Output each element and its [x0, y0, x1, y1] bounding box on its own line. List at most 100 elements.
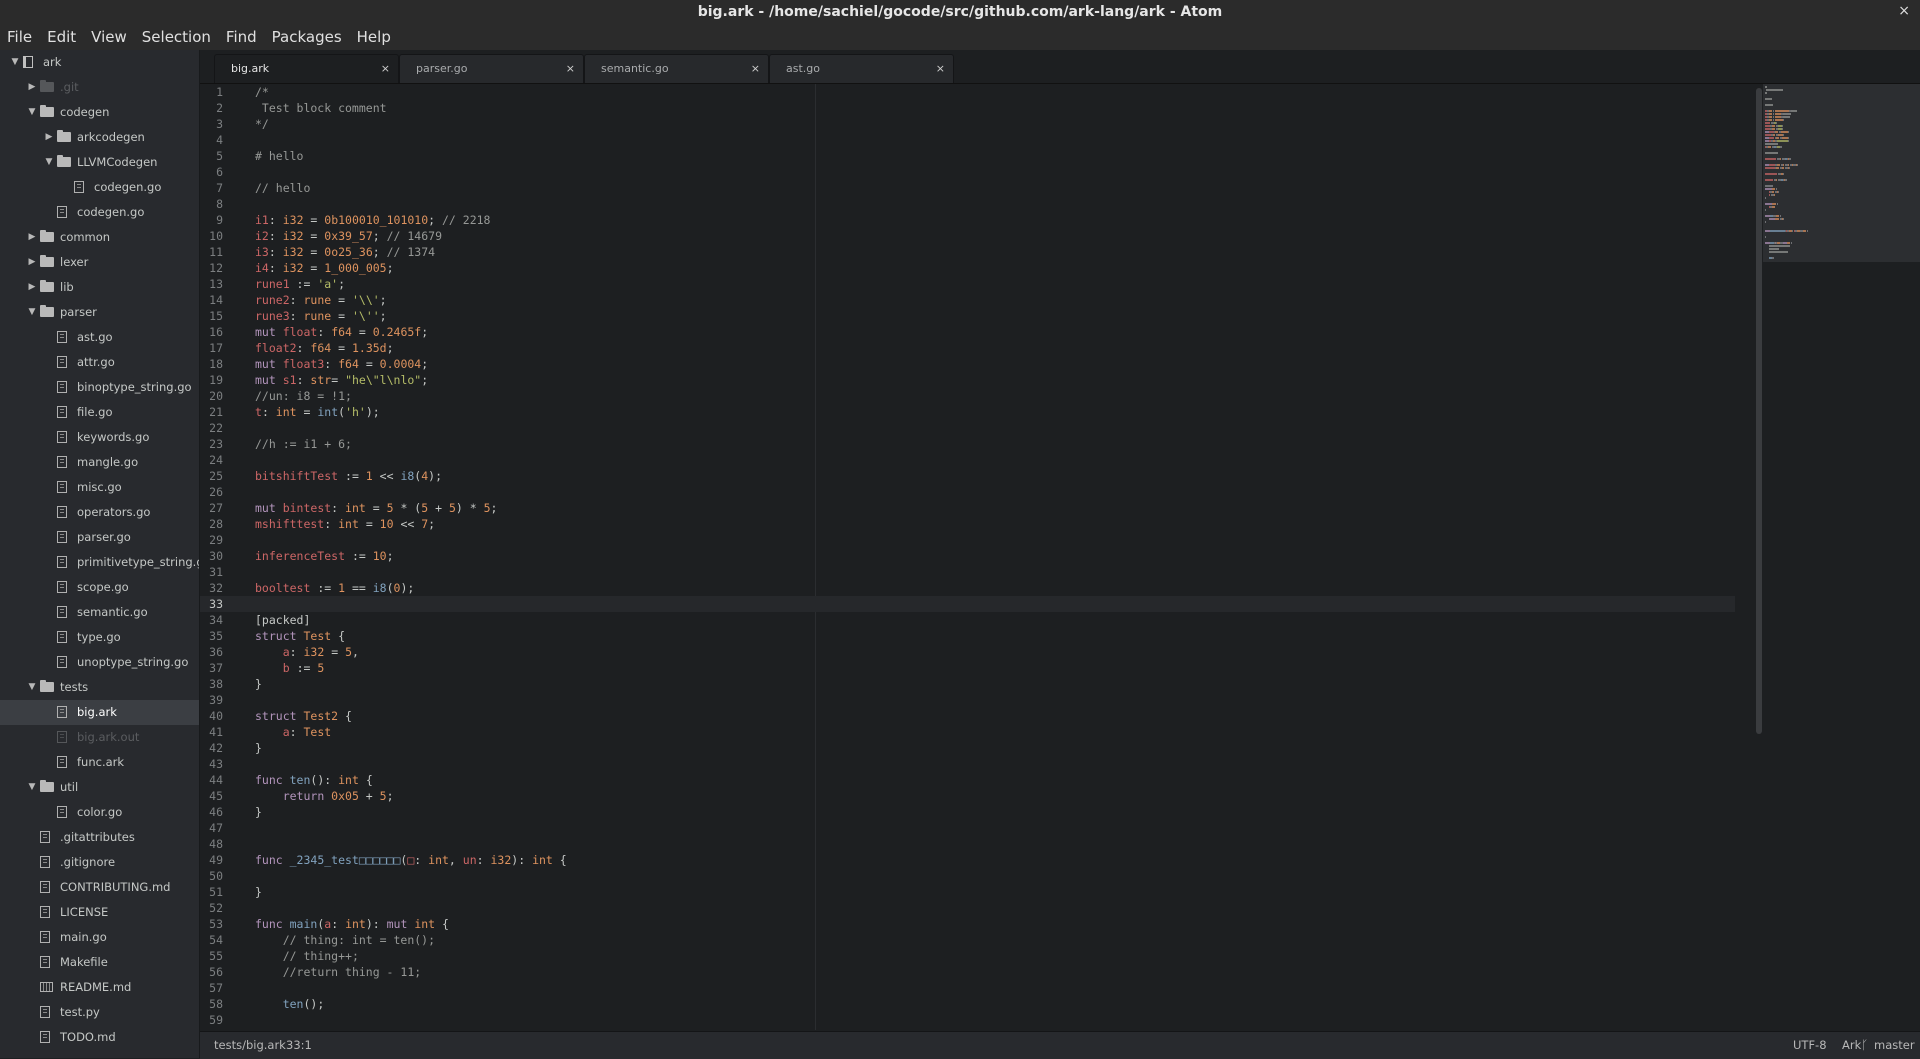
line-number[interactable]: 38 [200, 676, 244, 692]
tree-folder[interactable]: ▶ lib [0, 275, 199, 300]
close-icon[interactable]: × [751, 55, 760, 83]
line-number[interactable]: 54 [200, 932, 244, 948]
code-line[interactable]: mut bintest: int = 5 * (5 + 5) * 5; [255, 500, 1735, 516]
tree-file[interactable]: unoptype_string.go [0, 650, 199, 675]
line-number[interactable]: 37 [200, 660, 244, 676]
line-number[interactable]: 8 [200, 196, 244, 212]
code-lines[interactable]: /* Test block comment */ # hello // hello i1… [244, 84, 1735, 1028]
line-number[interactable]: 23 [200, 436, 244, 452]
tree-file[interactable]: semantic.go [0, 600, 199, 625]
line-number[interactable]: 47 [200, 820, 244, 836]
code-line[interactable]: } [255, 884, 1735, 900]
line-number[interactable]: 34 [200, 612, 244, 628]
code-line[interactable]: ten(); [255, 996, 1735, 1012]
line-number[interactable]: 10 [200, 228, 244, 244]
code-line[interactable] [255, 132, 1735, 148]
close-icon[interactable]: × [936, 55, 945, 83]
tree-folder[interactable]: ▼ LLVMCodegen [0, 150, 199, 175]
code-line[interactable]: func ten(): int { [255, 772, 1735, 788]
line-number[interactable]: 49 [200, 852, 244, 868]
line-number[interactable]: 3 [200, 116, 244, 132]
status-grammar[interactable]: Ark [1842, 1032, 1861, 1058]
tree-file[interactable]: color.go [0, 800, 199, 825]
code-line[interactable] [255, 164, 1735, 180]
text-editor[interactable]: 1 2 3 4 5 6 7 8 9 10 11 12 13 14 15 16 17 18 19 20 21 22 23 24 2… [200, 84, 1755, 1030]
status-encoding[interactable]: UTF-8 [1793, 1032, 1827, 1058]
code-line[interactable] [255, 1012, 1735, 1028]
line-number[interactable]: 27 [200, 500, 244, 516]
code-line[interactable]: # hello [255, 148, 1735, 164]
tree-file[interactable]: primitivetype_string.go [0, 550, 199, 575]
menu-view[interactable]: View [84, 24, 135, 50]
code-line[interactable] [255, 196, 1735, 212]
line-number[interactable]: 5 [200, 148, 244, 164]
tab-semantic-go[interactable]: semantic.go × [584, 54, 769, 83]
code-line[interactable] [244, 596, 1735, 612]
code-line[interactable]: struct Test2 { [255, 708, 1735, 724]
vertical-scrollbar[interactable] [1755, 84, 1763, 734]
tree-folder[interactable]: ▶ common [0, 225, 199, 250]
menu-edit[interactable]: Edit [40, 24, 84, 50]
line-number[interactable]: 51 [200, 884, 244, 900]
code-line[interactable]: rune2: rune = '\\'; [255, 292, 1735, 308]
menu-help[interactable]: Help [350, 24, 399, 50]
line-number[interactable]: 48 [200, 836, 244, 852]
code-line[interactable]: i4: i32 = 1_000_005; [255, 260, 1735, 276]
tree-file[interactable]: test.py [0, 1000, 199, 1025]
chevron-right-icon[interactable]: ▶ [27, 225, 37, 250]
line-number[interactable]: 57 [200, 980, 244, 996]
tree-file[interactable]: codegen.go [0, 175, 199, 200]
tree-file[interactable]: big.ark.out [0, 725, 199, 750]
code-line[interactable]: //h := i1 + 6; [255, 436, 1735, 452]
code-line[interactable]: mut float: f64 = 0.2465f; [255, 324, 1735, 340]
code-line[interactable]: rune1 := 'a'; [255, 276, 1735, 292]
menu-file[interactable]: File [0, 24, 40, 50]
tree-file[interactable]: ast.go [0, 325, 199, 350]
close-icon[interactable]: × [381, 55, 390, 83]
tree-folder[interactable]: ▼ parser [0, 300, 199, 325]
line-number[interactable]: 6 [200, 164, 244, 180]
tab-parser-go[interactable]: parser.go × [399, 54, 584, 83]
code-line[interactable] [255, 820, 1735, 836]
line-number[interactable]: 19 [200, 372, 244, 388]
line-number[interactable]: 28 [200, 516, 244, 532]
status-file-path[interactable]: tests/big.ark [214, 1032, 286, 1058]
code-line[interactable] [255, 868, 1735, 884]
code-line[interactable]: mut float3: f64 = 0.0004; [255, 356, 1735, 372]
status-git-branch[interactable]: master [1874, 1032, 1915, 1058]
tree-file[interactable]: file.go [0, 400, 199, 425]
code-line[interactable]: //return thing - 11; [255, 964, 1735, 980]
line-number[interactable]: 30 [200, 548, 244, 564]
code-line[interactable]: bitshiftTest := 1 << i8(4); [255, 468, 1735, 484]
tab-ast-go[interactable]: ast.go × [769, 54, 954, 83]
code-line[interactable]: Test block comment [255, 100, 1735, 116]
line-number[interactable]: 59 [200, 1012, 244, 1028]
tree-file[interactable]: misc.go [0, 475, 199, 500]
tree-file[interactable]: codegen.go [0, 200, 199, 225]
line-number[interactable]: 26 [200, 484, 244, 500]
code-line[interactable]: float2: f64 = 1.35d; [255, 340, 1735, 356]
line-number[interactable]: 55 [200, 948, 244, 964]
code-line[interactable] [255, 452, 1735, 468]
line-number[interactable]: 2 [200, 100, 244, 116]
tree-file[interactable]: big.ark [0, 700, 199, 725]
tree-folder[interactable]: ▼ tests [0, 675, 199, 700]
code-line[interactable] [255, 900, 1735, 916]
line-number[interactable]: 39 [200, 692, 244, 708]
line-number[interactable]: 36 [200, 644, 244, 660]
tree-file[interactable]: .gitattributes [0, 825, 199, 850]
code-line[interactable]: func main(a: int): mut int { [255, 916, 1735, 932]
tree-file[interactable]: Makefile [0, 950, 199, 975]
tree-file[interactable]: parser.go [0, 525, 199, 550]
chevron-down-icon[interactable]: ▼ [27, 775, 37, 800]
line-number[interactable]: 56 [200, 964, 244, 980]
line-number[interactable]: 50 [200, 868, 244, 884]
tree-file[interactable]: main.go [0, 925, 199, 950]
line-number[interactable]: 53 [200, 916, 244, 932]
chevron-right-icon[interactable]: ▶ [44, 125, 54, 150]
tree-folder[interactable]: ▶ lexer [0, 250, 199, 275]
line-number[interactable]: 46 [200, 804, 244, 820]
line-number[interactable]: 31 [200, 564, 244, 580]
chevron-down-icon[interactable]: ▼ [44, 150, 54, 175]
tree-file[interactable]: .gitignore [0, 850, 199, 875]
